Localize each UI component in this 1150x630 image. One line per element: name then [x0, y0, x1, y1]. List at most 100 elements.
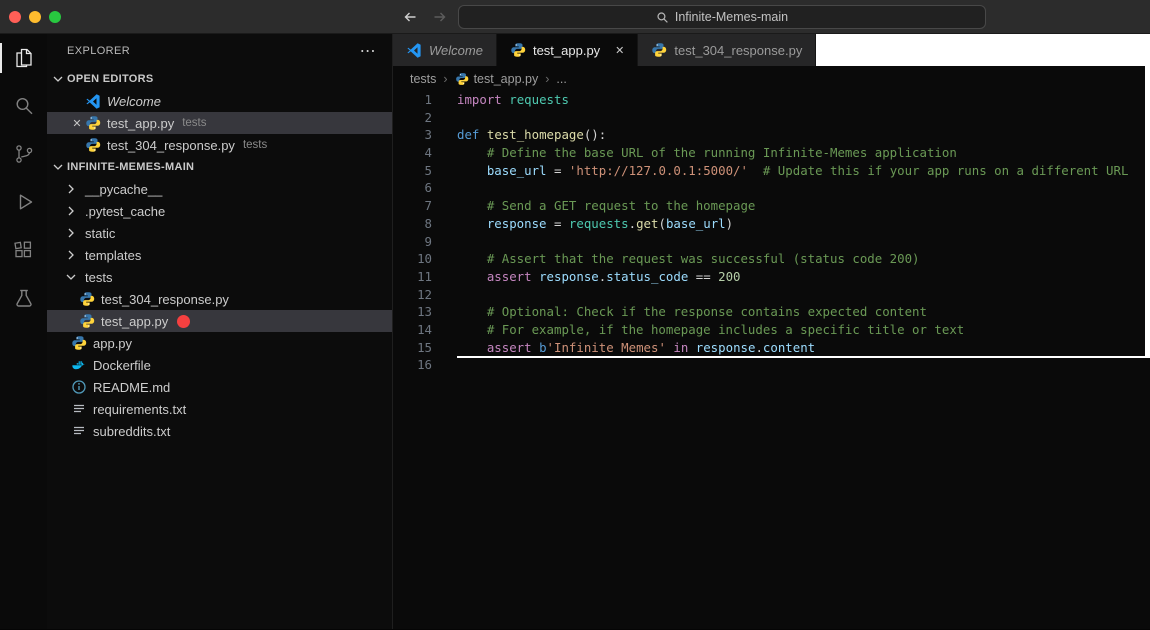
search-icon [656, 11, 669, 24]
tree-item-__pycache__[interactable]: __pycache__ [47, 178, 392, 200]
python-icon [85, 115, 101, 131]
python-icon [85, 137, 101, 153]
vscode-icon [85, 93, 101, 109]
tab-bar-empty-space [816, 34, 1150, 66]
breadcrumb-separator: › [443, 72, 447, 86]
breadcrumb-item[interactable]: tests [410, 72, 436, 86]
history-forward-icon[interactable] [432, 0, 448, 33]
line-number: 9 [393, 233, 439, 251]
open-editor-item[interactable]: test_304_response.pytests [47, 134, 392, 156]
tree-item-test_app.py[interactable]: test_app.py [47, 310, 392, 332]
code-line: 15 assert b'Infinite Memes' in response.… [393, 339, 1150, 357]
python-icon [79, 291, 95, 307]
tab-bar: Welcometest_app.py✕test_304_response.py [393, 34, 1150, 66]
code-line: 12 [393, 286, 1150, 304]
tab-test_app.py[interactable]: test_app.py✕ [497, 34, 638, 66]
open-editor-item[interactable]: ✕test_app.pytests [47, 112, 392, 134]
tree-item-Dockerfile[interactable]: Dockerfile [47, 354, 392, 376]
open-editor-item[interactable]: Welcome [47, 90, 392, 112]
tab-test_304_response.py[interactable]: test_304_response.py [638, 34, 816, 66]
code-line: 10 # Assert that the request was success… [393, 250, 1150, 268]
python-icon [79, 313, 95, 329]
open-editors-list: Welcome✕test_app.pyteststest_304_respons… [47, 90, 392, 156]
line-number: 2 [393, 109, 439, 127]
maximize-window-button[interactable] [49, 11, 61, 23]
minimize-window-button[interactable] [29, 11, 41, 23]
tree-item-README.md[interactable]: README.md [47, 376, 392, 398]
tree-item-subreddits.txt[interactable]: subreddits.txt [47, 420, 392, 442]
close-window-button[interactable] [9, 11, 21, 23]
command-center-search[interactable]: Infinite-Memes-main [458, 5, 986, 29]
code-line: 2 [393, 109, 1150, 127]
chevron-right-icon [63, 225, 79, 241]
breadcrumb-item[interactable]: ... [556, 72, 566, 86]
line-number: 7 [393, 197, 439, 215]
python-icon [455, 72, 469, 86]
activitybar-explorer-icon[interactable] [0, 34, 47, 82]
vscode-icon [406, 42, 422, 58]
activitybar-testing-icon[interactable] [0, 274, 47, 322]
line-number: 15 [393, 339, 439, 357]
code-line: 6 [393, 179, 1150, 197]
code-editor[interactable]: 1import requests23def test_homepage():4 … [393, 91, 1150, 374]
editor-area: Welcometest_app.py✕test_304_response.py … [393, 34, 1150, 629]
line-number: 1 [393, 91, 439, 109]
python-icon [71, 335, 87, 351]
chevron-down-icon [50, 159, 66, 175]
line-number: 14 [393, 321, 439, 339]
code-line: 4 # Define the base URL of the running I… [393, 144, 1150, 162]
editor-bottom-line [457, 356, 1150, 358]
sidebar-title: EXPLORER [67, 45, 130, 57]
docker-icon [71, 357, 87, 373]
line-number: 10 [393, 250, 439, 268]
tree-item-requirements.txt[interactable]: requirements.txt [47, 398, 392, 420]
chevron-right-icon [63, 247, 79, 263]
info-icon [71, 379, 87, 395]
line-number: 5 [393, 162, 439, 180]
red-dot-indicator [177, 315, 190, 328]
code-line: 11 assert response.status_code == 200 [393, 268, 1150, 286]
tree-item-.pytest_cache[interactable]: .pytest_cache [47, 200, 392, 222]
chevron-down-icon [63, 269, 79, 285]
code-line: 7 # Send a GET request to the homepage [393, 197, 1150, 215]
code-line: 8 response = requests.get(base_url) [393, 215, 1150, 233]
titlebar: Infinite-Memes-main [0, 0, 1150, 34]
code-line: 3def test_homepage(): [393, 126, 1150, 144]
code-line: 14 # For example, if the homepage includ… [393, 321, 1150, 339]
project-root-header[interactable]: INFINITE-MEMES-MAIN [47, 156, 392, 178]
activitybar-source-control-icon[interactable] [0, 130, 47, 178]
close-editor-icon[interactable]: ✕ [69, 117, 85, 130]
line-number: 8 [393, 215, 439, 233]
tree-item-static[interactable]: static [47, 222, 392, 244]
sidebar-title-row: EXPLORER ⋯ [47, 34, 392, 68]
line-number: 13 [393, 303, 439, 321]
activitybar-run-debug-icon[interactable] [0, 178, 47, 226]
chevron-right-icon [63, 203, 79, 219]
activitybar-search-icon[interactable] [0, 82, 47, 130]
python-icon [651, 42, 667, 58]
activity-bar [0, 34, 47, 629]
open-editors-header[interactable]: OPEN EDITORS [47, 68, 392, 90]
tree-item-test_304_response.py[interactable]: test_304_response.py [47, 288, 392, 310]
close-tab-icon[interactable]: ✕ [615, 44, 624, 57]
breadcrumb-item[interactable]: test_app.py [455, 72, 539, 86]
line-number: 4 [393, 144, 439, 162]
textfile-icon [71, 423, 87, 439]
history-back-icon[interactable] [402, 0, 418, 33]
code-line: 13 # Optional: Check if the response con… [393, 303, 1150, 321]
tree-item-app.py[interactable]: app.py [47, 332, 392, 354]
line-number: 11 [393, 268, 439, 286]
tree-item-templates[interactable]: templates [47, 244, 392, 266]
explorer-sidebar: EXPLORER ⋯ OPEN EDITORS Welcome✕test_app… [47, 34, 393, 629]
line-number: 3 [393, 126, 439, 144]
breadcrumb-separator: › [545, 72, 549, 86]
file-tree: __pycache__.pytest_cachestatictemplatest… [47, 178, 392, 442]
python-icon [510, 42, 526, 58]
tab-Welcome[interactable]: Welcome [393, 34, 497, 66]
more-actions-icon[interactable]: ⋯ [360, 41, 376, 61]
chevron-right-icon [63, 181, 79, 197]
tree-item-tests[interactable]: tests [47, 266, 392, 288]
line-number: 6 [393, 179, 439, 197]
activitybar-extensions-icon[interactable] [0, 226, 47, 274]
code-line: 9 [393, 233, 1150, 251]
